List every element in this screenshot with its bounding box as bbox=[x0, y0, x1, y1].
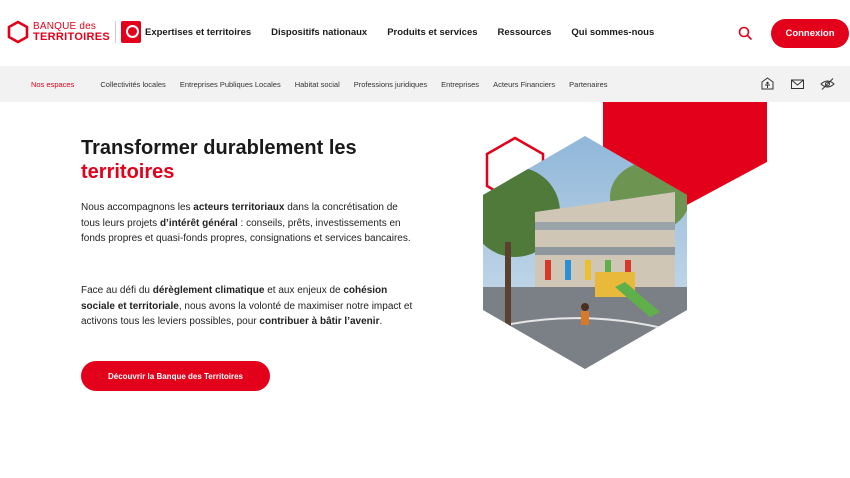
brand-logo[interactable]: BANQUE des TERRITOIRES bbox=[7, 20, 142, 44]
hero-illustration bbox=[483, 102, 767, 369]
p2-run: Face au défi du bbox=[81, 285, 153, 296]
main-navigation: Expertises et territoires Dispositifs nat… bbox=[145, 27, 674, 38]
subnav-item-3[interactable]: Professions juridiques bbox=[354, 80, 427, 89]
mail-icon[interactable] bbox=[790, 77, 805, 91]
spaces-subnav: Nos espaces Collectivités locales Entrepr… bbox=[0, 66, 850, 102]
search-icon[interactable] bbox=[738, 26, 752, 40]
subnav-item-5[interactable]: Acteurs Financiers bbox=[493, 80, 555, 89]
p1-run: Nous accompagnons les bbox=[81, 202, 194, 213]
p2-run: et aux enjeux de bbox=[264, 285, 344, 296]
subnav-item-0[interactable]: Collectivités locales bbox=[100, 80, 165, 89]
connexion-button[interactable]: Connexion bbox=[771, 19, 849, 48]
subnav-item-6[interactable]: Partenaires bbox=[569, 80, 607, 89]
subnav-item-4[interactable]: Entreprises bbox=[441, 80, 479, 89]
hero-title: Transformer durablement les territoires bbox=[81, 136, 421, 184]
hero-title-line1: Transformer durablement les bbox=[81, 137, 357, 159]
accessibility-icon[interactable] bbox=[760, 77, 775, 91]
mainnav-item-3[interactable]: Ressources bbox=[498, 27, 552, 38]
hero-title-line2: territoires bbox=[81, 161, 175, 183]
p1-run: d’intérêt général bbox=[159, 217, 238, 229]
subnav-item-2[interactable]: Habitat social bbox=[295, 80, 340, 89]
mainnav-item-2[interactable]: Produits et services bbox=[387, 27, 477, 38]
hide-eye-icon[interactable] bbox=[820, 77, 835, 91]
site-header: BANQUE des TERRITOIRES Expertises et ter… bbox=[0, 0, 850, 66]
subnav-item-1[interactable]: Entreprises Publiques Locales bbox=[180, 80, 281, 89]
caisse-des-depots-logo-icon bbox=[121, 21, 142, 43]
hexagon-logo-icon bbox=[7, 20, 29, 44]
subnav-active-nos-espaces[interactable]: Nos espaces bbox=[31, 80, 74, 89]
mainnav-item-4[interactable]: Qui sommes-nous bbox=[571, 27, 654, 38]
brand-line2: TERRITOIRES bbox=[33, 31, 111, 43]
p2-run: . bbox=[379, 316, 383, 327]
hero-paragraph-2: Face au défi du dérèglement climatique e… bbox=[81, 283, 416, 330]
mainnav-item-1[interactable]: Dispositifs nationaux bbox=[271, 27, 367, 38]
logo-divider bbox=[115, 21, 117, 43]
p2-run: dérèglement climatique bbox=[152, 285, 265, 296]
mainnav-item-0[interactable]: Expertises et territoires bbox=[145, 27, 251, 38]
hero-paragraph-1: Nous accompagnons les acteurs territoria… bbox=[81, 200, 416, 247]
discover-button[interactable]: Découvrir la Banque des Territoires bbox=[81, 361, 270, 391]
p2-run: contribuer à bâtir l’avenir bbox=[259, 316, 380, 327]
p1-run: acteurs territoriaux bbox=[193, 202, 285, 213]
